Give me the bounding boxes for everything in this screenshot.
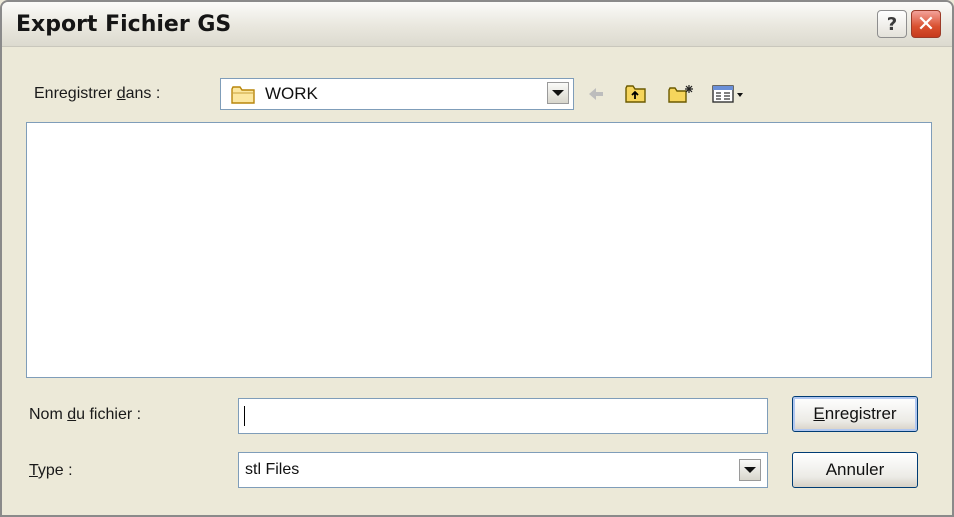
file-type-value: stl Files xyxy=(245,461,300,478)
chevron-down-icon[interactable] xyxy=(547,82,569,104)
save-in-value: WORK xyxy=(265,84,318,103)
folder-icon xyxy=(231,86,255,104)
save-in-label: Enregistrer dans : xyxy=(34,85,161,102)
close-button[interactable]: ✕ xyxy=(911,10,941,38)
close-icon: ✕ xyxy=(916,11,936,37)
cancel-button[interactable]: Annuler xyxy=(792,452,918,488)
file-list[interactable] xyxy=(26,122,932,378)
save-in-dropdown[interactable]: WORK xyxy=(220,78,574,110)
file-type-dropdown[interactable]: stl Files xyxy=(238,452,768,488)
help-icon: ? xyxy=(886,13,898,35)
back-arrow-icon[interactable] xyxy=(586,84,606,104)
up-folder-icon[interactable] xyxy=(625,84,647,104)
export-dialog: Export Fichier GS ? ✕ Enregistrer dans :… xyxy=(0,0,954,517)
window-title: Export Fichier GS xyxy=(16,12,232,37)
chevron-down-icon[interactable] xyxy=(739,459,761,481)
help-button[interactable]: ? xyxy=(877,10,907,38)
text-caret xyxy=(244,406,245,426)
new-folder-icon[interactable] xyxy=(668,84,694,104)
file-name-label: Nom du fichier : xyxy=(29,406,142,423)
title-bar[interactable]: Export Fichier GS ? ✕ xyxy=(2,2,952,47)
save-button[interactable]: Enregistrer xyxy=(792,396,918,432)
view-menu-icon[interactable] xyxy=(712,84,746,104)
file-name-input[interactable] xyxy=(238,398,768,434)
file-type-label: Type : xyxy=(29,462,73,479)
